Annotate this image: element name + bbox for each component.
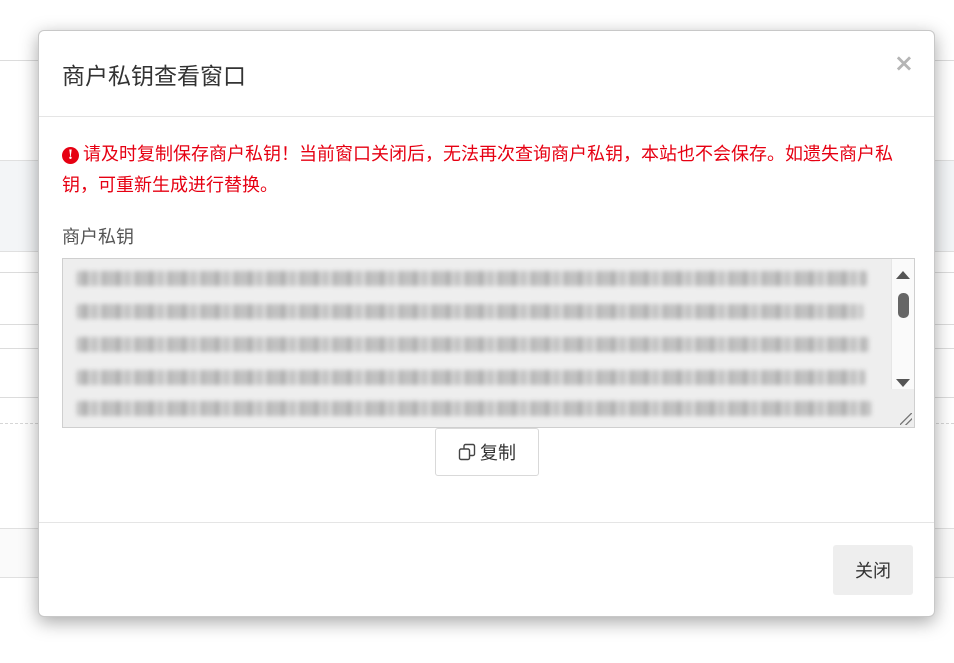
- resize-handle-icon[interactable]: [900, 413, 912, 425]
- warning-message: ! 请及时复制保存商户私钥！当前窗口关闭后，无法再次查询商户私钥，本站也不会保存。…: [62, 139, 912, 201]
- scroll-up-arrow-icon[interactable]: [896, 271, 910, 279]
- redacted-key-line: [77, 337, 869, 352]
- modal-footer-divider: [39, 522, 934, 523]
- scroll-down-arrow-icon[interactable]: [896, 379, 910, 387]
- private-key-label: 商户私钥: [62, 227, 134, 248]
- private-key-textarea[interactable]: [62, 258, 915, 428]
- modal-title: 商户私钥查看窗口: [62, 64, 246, 90]
- exclamation-circle-icon: !: [62, 147, 79, 164]
- redacted-key-line: [77, 271, 867, 286]
- modal-header: 商户私钥查看窗口 ×: [39, 31, 934, 117]
- scroll-thumb[interactable]: [898, 293, 909, 318]
- warning-text: 请及时复制保存商户私钥！当前窗口关闭后，无法再次查询商户私钥，本站也不会保存。如…: [62, 144, 893, 196]
- copy-icon: [458, 443, 476, 461]
- copy-button[interactable]: 复制: [435, 428, 539, 476]
- redacted-key-line: [77, 401, 871, 416]
- copy-button-label: 复制: [480, 443, 516, 464]
- redacted-key-line: [77, 370, 865, 385]
- close-button[interactable]: 关闭: [833, 545, 913, 595]
- textarea-scrollbar[interactable]: [891, 259, 914, 389]
- close-icon[interactable]: ×: [894, 51, 914, 75]
- redacted-key-line: [77, 304, 863, 319]
- private-key-modal: 商户私钥查看窗口 × ! 请及时复制保存商户私钥！当前窗口关闭后，无法再次查询商户…: [38, 30, 935, 617]
